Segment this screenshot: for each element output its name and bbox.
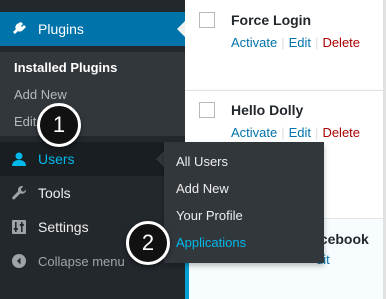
flyout-item-add-new[interactable]: Add New — [176, 181, 229, 196]
menu-label: Settings — [38, 219, 89, 235]
delete-link[interactable]: Delete — [322, 125, 360, 140]
plugin-actions: Activate | Edit | Delete — [231, 125, 361, 140]
sliders-icon — [10, 218, 28, 236]
users-flyout-menu: All Users Add New Your Profile Applicati… — [164, 142, 324, 263]
menu-label: Plugins — [38, 21, 84, 37]
activate-link[interactable]: Activate — [231, 125, 277, 140]
plugin-actions: Activate | Edit | Delete — [231, 35, 361, 50]
flyout-item-all-users[interactable]: All Users — [176, 154, 228, 169]
user-icon — [10, 150, 28, 168]
submenu-item-edit[interactable]: Edit — [14, 114, 36, 129]
plugins-submenu: Installed Plugins Add New Edit — [0, 52, 185, 136]
flyout-arrow — [156, 151, 164, 167]
edit-link[interactable]: Edit — [289, 35, 311, 50]
submenu-item-add-new[interactable]: Add New — [14, 87, 67, 102]
plugin-icon — [10, 20, 28, 38]
edit-link[interactable]: Edit — [289, 125, 311, 140]
wrench-icon — [10, 184, 28, 202]
flyout-item-your-profile[interactable]: Your Profile — [176, 208, 243, 223]
current-indicator — [177, 21, 185, 37]
step-badge-1: 1 — [37, 103, 81, 147]
menu-label: Tools — [38, 185, 71, 201]
collapse-arrow-icon — [10, 252, 28, 270]
menu-label: Users — [38, 151, 75, 167]
plugin-name: Hello Dolly — [231, 102, 304, 118]
menu-label: Collapse menu — [38, 253, 125, 269]
plugin-name: Force Login — [231, 12, 312, 28]
plugin-checkbox[interactable] — [199, 12, 215, 28]
menu-item-plugins[interactable]: Plugins — [0, 12, 185, 46]
activate-link[interactable]: Activate — [231, 35, 277, 50]
submenu-item-installed-plugins[interactable]: Installed Plugins — [14, 60, 117, 75]
delete-link[interactable]: Delete — [322, 35, 360, 50]
menu-item-tools[interactable]: Tools — [0, 176, 185, 210]
plugin-row-force-login: Force Login Activate | Edit | Delete — [185, 0, 386, 89]
flyout-item-applications[interactable]: Applications — [176, 235, 246, 250]
plugin-checkbox[interactable] — [199, 102, 215, 118]
step-badge-2: 2 — [126, 221, 170, 265]
